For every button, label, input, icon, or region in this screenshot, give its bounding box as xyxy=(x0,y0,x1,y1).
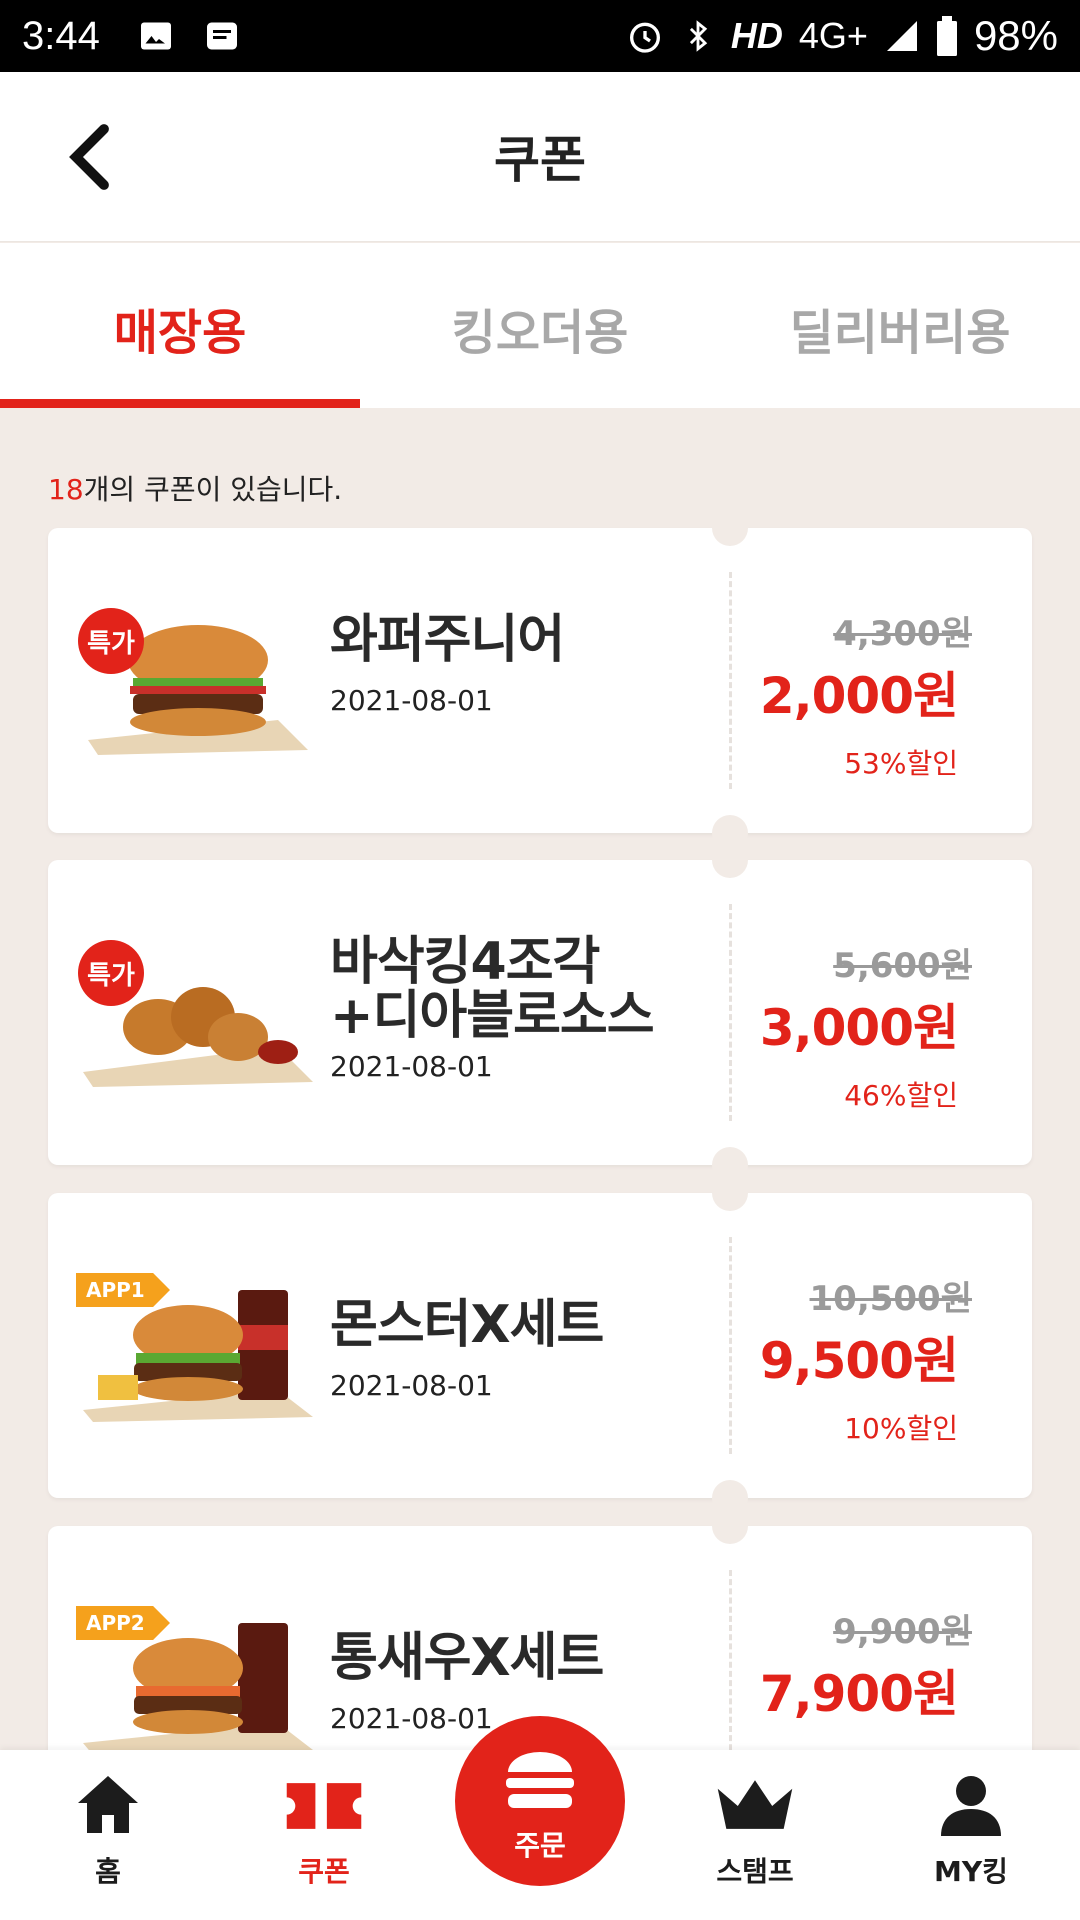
alarm-icon xyxy=(629,22,660,53)
status-right: HD 4G+ 98% xyxy=(625,12,1058,60)
status-bar: 3:44 HD 4G+ 98% xyxy=(0,0,1080,72)
original-price: 4,300원 xyxy=(833,614,972,654)
battery-level: 98% xyxy=(973,12,1058,59)
coupon-name: 와퍼주니어 xyxy=(330,610,565,670)
nav-home[interactable]: 홈 xyxy=(43,1770,173,1890)
card-divider xyxy=(729,904,732,1121)
app-header: 쿠폰 xyxy=(0,72,1080,242)
bluetooth-icon xyxy=(689,20,708,52)
card-notch xyxy=(712,510,748,546)
card-divider xyxy=(729,1237,732,1454)
coupon-date: 2021-08-01 xyxy=(330,684,493,717)
original-price: 5,600원 xyxy=(833,946,972,986)
app-badge: APP1 xyxy=(76,1273,170,1307)
coupon-name: 통새우X세트 xyxy=(330,1628,604,1688)
coupon-name: 몬스터X세트 xyxy=(330,1295,604,1355)
coupon-price: 9,500원 xyxy=(759,1332,959,1390)
coupon-card[interactable]: 특가 바삭킹4조각 +디아블로소스 2021-08-01 5,600원 3,00… xyxy=(48,842,1032,1183)
nav-coupon[interactable]: 쿠폰 xyxy=(259,1770,389,1890)
coupon-price: 7,900원 xyxy=(759,1665,959,1723)
coupon-date: 2021-08-01 xyxy=(330,1702,493,1735)
coupon-name-line2: +디아블로소스 xyxy=(330,986,655,1046)
signal-label: 4G+ xyxy=(798,15,868,56)
status-time: 3:44 xyxy=(22,13,100,58)
nav-stamp-label: 스탬프 xyxy=(716,1855,794,1888)
user-icon xyxy=(941,1776,1001,1836)
discount-rate: 10%할인 xyxy=(844,1412,958,1445)
burger-icon xyxy=(506,1752,574,1808)
discount-rate: 53%할인 xyxy=(844,747,958,780)
special-price-badge: 특가 xyxy=(78,940,144,1006)
coupon-count-suffix: 개의 쿠폰이 있습니다. xyxy=(83,473,343,506)
app-badge: APP2 xyxy=(76,1606,170,1640)
nav-coupon-label: 쿠폰 xyxy=(298,1855,350,1888)
coupon-tabs: 매장용 킹오더용 딜리버리용 xyxy=(0,243,1080,408)
tab-delivery[interactable]: 딜리버리용 xyxy=(720,243,1080,408)
network-label: HD xyxy=(730,15,783,56)
coupon-price: 2,000원 xyxy=(759,667,959,725)
special-price-badge: 특가 xyxy=(78,608,144,674)
home-icon xyxy=(78,1776,138,1833)
coupon-date: 2021-08-01 xyxy=(330,1369,493,1402)
message-icon xyxy=(206,22,237,50)
card-notch xyxy=(712,1508,748,1544)
tab-store[interactable]: 매장용 xyxy=(0,243,360,408)
nav-myking-label: MY킹 xyxy=(934,1855,1008,1888)
coupon-icon xyxy=(286,1783,362,1829)
coupon-price: 3,000원 xyxy=(759,999,959,1057)
order-button-label: 주문 xyxy=(514,1829,566,1862)
coupon-count-number: 18 xyxy=(48,473,84,506)
coupon-date: 2021-08-01 xyxy=(330,1050,493,1083)
coupon-card[interactable]: APP1 몬스터X세트 2021-08-01 10,500원 9,500원 10… xyxy=(48,1175,1032,1516)
card-notch xyxy=(712,842,748,878)
crown-icon xyxy=(717,1780,793,1829)
page-title: 쿠폰 xyxy=(494,131,586,189)
discount-rate: 46%할인 xyxy=(844,1079,958,1112)
original-price: 10,500원 xyxy=(809,1279,972,1319)
coupon-name: 바삭킹4조각 xyxy=(330,932,600,992)
signal-icon xyxy=(886,21,917,51)
battery-icon xyxy=(936,16,957,56)
card-notch xyxy=(712,1175,748,1211)
nav-home-label: 홈 xyxy=(95,1855,121,1888)
image-icon xyxy=(140,22,171,50)
nav-myking[interactable]: MY킹 xyxy=(906,1770,1036,1890)
coupon-card[interactable]: 특가 와퍼주니어 2021-08-01 4,300원 2,000원 53%할인 xyxy=(48,510,1032,851)
coupon-count: 18개의 쿠폰이 있습니다. xyxy=(48,468,342,508)
tab-king-order[interactable]: 킹오더용 xyxy=(360,243,720,408)
nav-stamp[interactable]: 스탬프 xyxy=(690,1770,820,1890)
original-price: 9,900원 xyxy=(833,1612,972,1652)
order-button[interactable]: 주문 xyxy=(455,1716,625,1886)
card-divider xyxy=(729,572,732,789)
